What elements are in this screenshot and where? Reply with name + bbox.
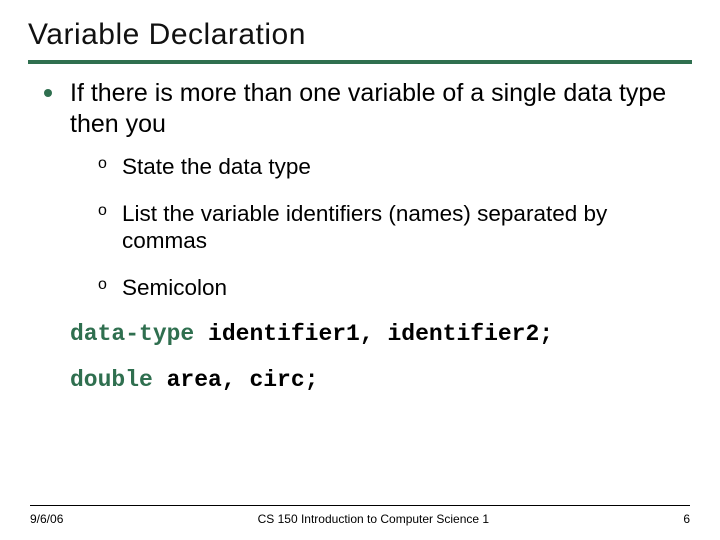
bullet-list: If there is more than one variable of a … [42, 78, 692, 301]
footer-date: 9/6/06 [30, 512, 63, 526]
sub-bullet-list: State the data type List the variable id… [98, 153, 692, 301]
sub-bullet-2: List the variable identifiers (names) se… [98, 200, 692, 254]
footer-page: 6 [683, 512, 690, 526]
bullet-main: If there is more than one variable of a … [42, 78, 692, 301]
sub-bullet-1: State the data type [98, 153, 692, 180]
code-keyword-2: double [70, 367, 153, 393]
code-rest-1: identifier1, identifier2; [194, 321, 553, 347]
bullet-main-text: If there is more than one variable of a … [70, 79, 666, 138]
slide-title: Variable Declaration [28, 18, 692, 52]
footer-course: CS 150 Introduction to Computer Science … [258, 512, 489, 526]
code-line-2: double area, circ; [70, 367, 692, 393]
slide: Variable Declaration If there is more th… [0, 0, 720, 540]
footer-rule [30, 505, 690, 506]
sub-bullet-3: Semicolon [98, 274, 692, 301]
footer: 9/6/06 CS 150 Introduction to Computer S… [0, 505, 720, 526]
title-rule [28, 60, 692, 64]
code-rest-2: area, circ; [153, 367, 319, 393]
slide-body: If there is more than one variable of a … [28, 78, 692, 394]
footer-row: 9/6/06 CS 150 Introduction to Computer S… [30, 512, 690, 526]
code-keyword-1: data-type [70, 321, 194, 347]
code-block: data-type identifier1, identifier2; doub… [70, 321, 692, 394]
code-line-1: data-type identifier1, identifier2; [70, 321, 692, 347]
